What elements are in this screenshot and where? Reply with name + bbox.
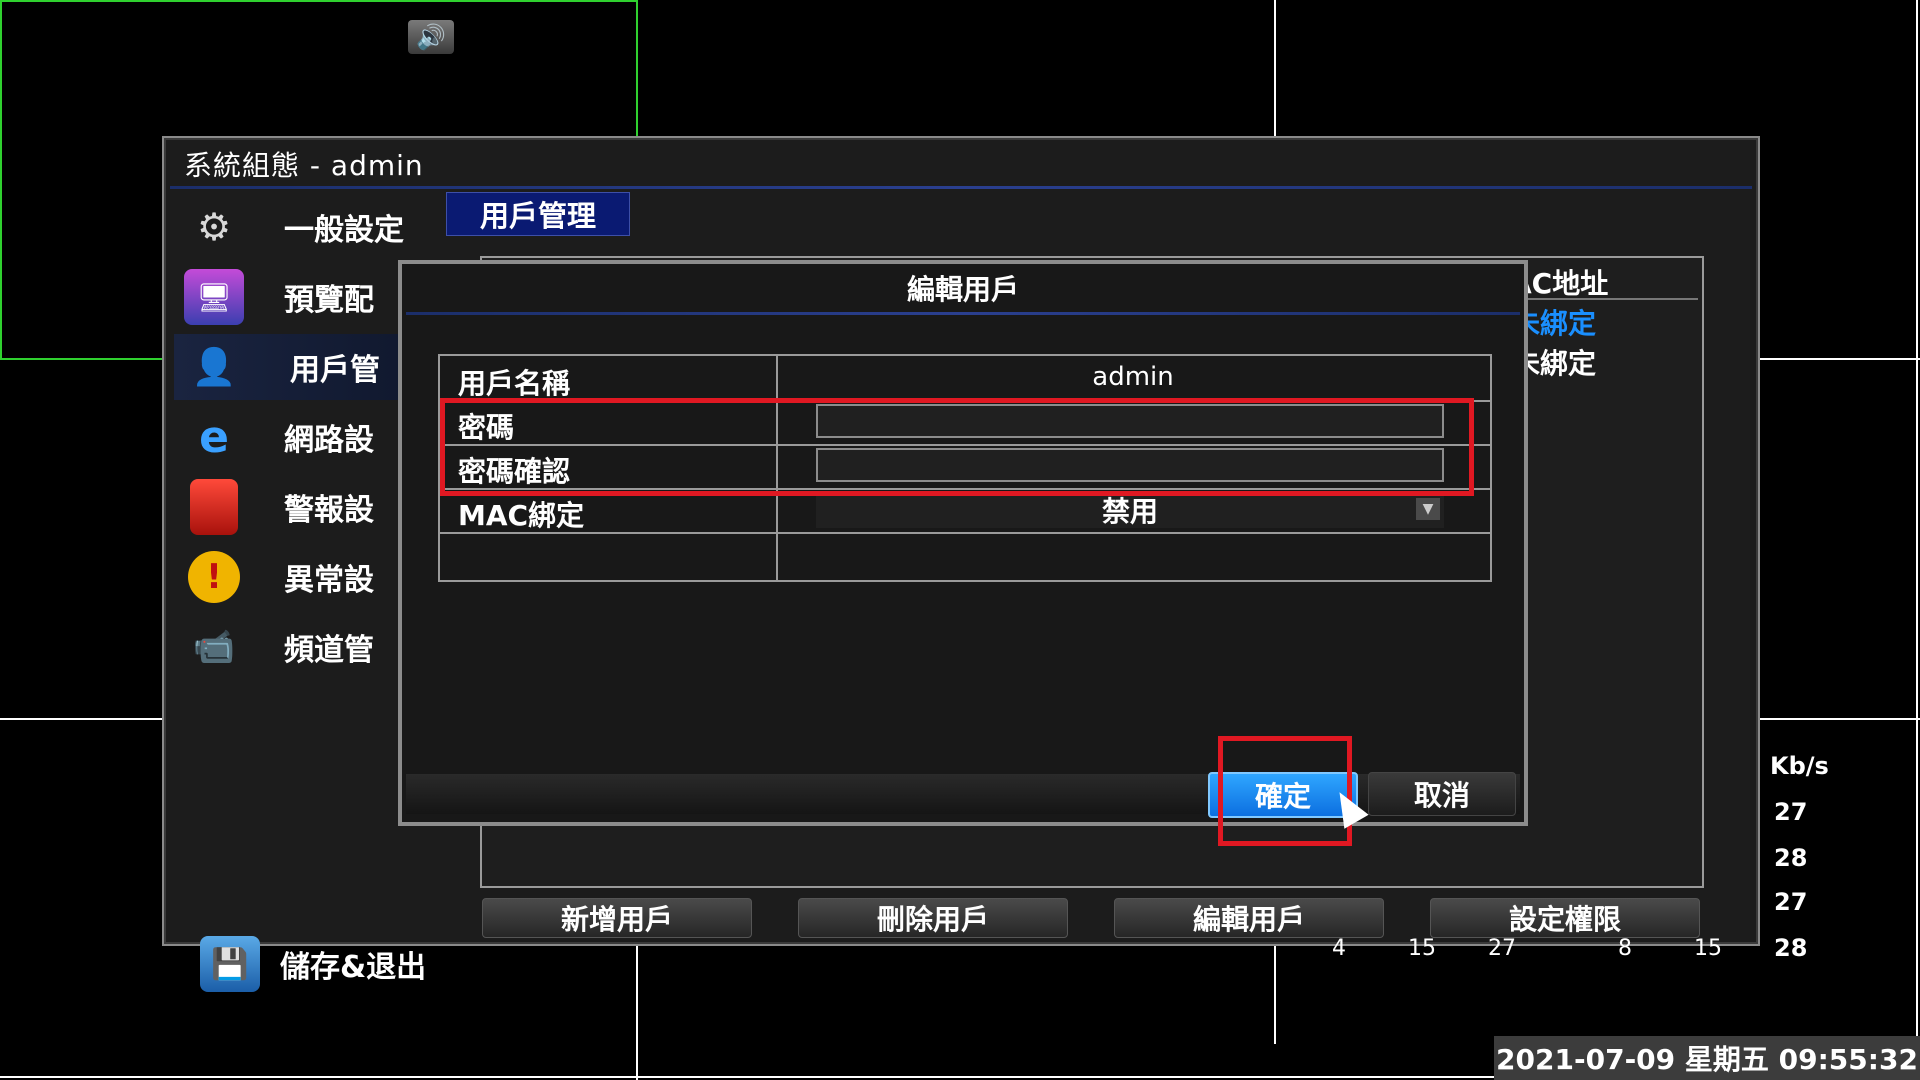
form-row-username: 用戶名稱 admin [440,356,1490,402]
username-value: admin [1092,362,1174,392]
grid-line [0,718,162,720]
mac-binding-label: MAC綁定 [458,499,585,532]
grid-line [1274,0,1276,136]
stat-value: 27 [1488,936,1516,961]
gear-icon: ⚙ [196,205,232,249]
username-label: 用戶名稱 [458,367,571,400]
sidebar-item-users[interactable]: 👤 用戶管 [174,334,414,400]
sidebar-item-general[interactable]: ⚙ 一般設定 [174,194,414,260]
add-user-button[interactable]: 新增用戶 [482,898,752,938]
dialog-title: 編輯用戶 [906,273,1019,306]
sidebar-item-channel[interactable]: 📹 頻道管 [174,614,414,680]
grid-line [1758,718,1920,720]
sidebar-item-label: 預覽配 [284,283,374,318]
mac-binding-value: 禁用 [1101,495,1158,528]
floppy-disk-icon: 💾 [200,936,260,992]
warning-icon: ! [188,551,240,603]
highlight-box-password-fields [440,398,1474,496]
edit-user-dialog: 編輯用戶 用戶名稱 admin 密碼 密碼確認 MAC綁定 禁用 ▼ 確定 取消 [398,260,1528,826]
grid-line [636,0,638,136]
sidebar-item-exception[interactable]: ! 異常設 [174,544,414,610]
sidebar-item-label: 頻道管 [284,633,374,668]
sidebar-item-label: 用戶管 [290,353,380,388]
alarm-light-icon [190,479,238,535]
grid-line [1758,358,1920,360]
grid-line [0,1076,1494,1078]
monitor-icon: 🖥 [184,269,244,325]
highlight-box-ok-button [1218,736,1352,846]
sidebar-item-label: 異常設 [284,563,374,598]
cancel-button[interactable]: 取消 [1368,772,1516,816]
tab-user-management[interactable]: 用戶管理 [446,192,630,236]
table-divider [1512,298,1698,300]
internet-icon: e [199,411,229,463]
save-exit-label: 儲存&退出 [280,950,427,985]
bitrate-value: 28 [1774,844,1808,872]
grid-line [0,358,162,360]
form-row-empty [440,532,1490,576]
grid-line [1916,0,1918,1036]
sidebar-item-network[interactable]: e 網路設 [174,404,414,470]
datetime-display: 2021-07-09 星期五 09:55:32 [1494,1036,1920,1080]
title-divider [406,312,1520,315]
stat-value: 15 [1408,936,1436,961]
grid-line [1274,944,1276,1044]
stat-value: 8 [1618,936,1632,961]
chevron-down-icon[interactable]: ▼ [1416,498,1440,520]
bitrate-value: 27 [1774,888,1808,916]
sidebar-item-label: 一般設定 [284,213,404,248]
sidebar-item-label: 網路設 [284,423,374,458]
set-permissions-button[interactable]: 設定權限 [1430,898,1700,938]
save-exit-button[interactable]: 💾 儲存&退出 [190,934,426,994]
title-divider [170,186,1752,189]
bitrate-value: 27 [1774,798,1808,826]
sidebar-item-preview[interactable]: 🖥 預覽配 [174,264,414,330]
delete-user-button[interactable]: 刪除用戶 [798,898,1068,938]
stat-value: 15 [1694,936,1722,961]
edit-user-button[interactable]: 編輯用戶 [1114,898,1384,938]
mac-binding-select[interactable]: 禁用 ▼ [816,492,1444,528]
grid-line [0,0,2,360]
sidebar-item-label: 警報設 [284,493,374,528]
grid-line [636,944,638,1080]
grid-line [0,0,636,2]
sidebar: ⚙ 一般設定 🖥 預覽配 👤 用戶管 e 網路設 警報設 ! 異常設 📹 頻道管… [174,194,426,992]
bitrate-unit: Kb/s [1770,752,1829,780]
sidebar-item-alarm[interactable]: 警報設 [174,474,414,540]
user-icon: 👤 [191,347,237,388]
camera-icon: 📹 [192,627,236,667]
stat-value: 4 [1332,936,1346,961]
window-title: 系統組態 - admin [184,149,424,182]
volume-icon[interactable]: 🔊 [408,20,454,54]
bitrate-value: 28 [1774,934,1808,962]
